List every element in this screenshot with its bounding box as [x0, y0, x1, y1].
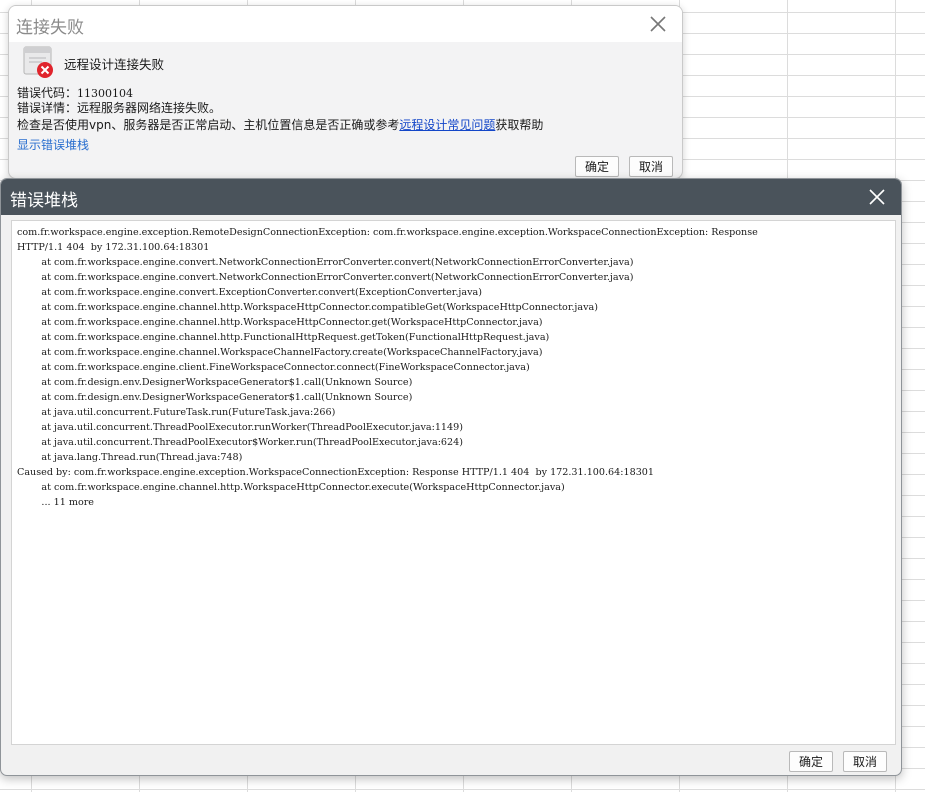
error-code-label: 错误代码： — [17, 86, 78, 100]
show-error-stack-link[interactable]: 显示错误堆栈 — [17, 136, 89, 153]
stack-trace-line: at java.util.concurrent.ThreadPoolExecut… — [17, 422, 463, 433]
dialog-title: 错误堆栈 — [10, 191, 78, 211]
error-detail-label: 错误详情： — [17, 101, 78, 115]
stack-trace-line: ... 11 more — [17, 497, 94, 508]
dialog-title-bar: 连接失败 — [9, 6, 682, 42]
close-button[interactable] — [646, 12, 670, 36]
close-icon — [869, 189, 885, 205]
stack-trace-line: at com.fr.design.env.DesignerWorkspaceGe… — [17, 377, 413, 388]
stack-trace-line: at com.fr.workspace.engine.channel.http.… — [17, 302, 598, 313]
stack-trace-line: at com.fr.workspace.engine.channel.Works… — [17, 347, 543, 358]
error-stack-dialog: 错误堆栈 com.fr.workspace.engine.exception.R… — [0, 178, 902, 776]
connection-error-icon — [22, 46, 56, 80]
check-hint-suffix: 获取帮助 — [495, 118, 544, 132]
check-hint-text: 检查是否使用vpn、服务器是否正常启动、主机位置信息是否正确或参考 — [17, 118, 400, 132]
stack-trace-line: at java.lang.Thread.run(Thread.java:748) — [17, 452, 243, 463]
stack-trace-line: at com.fr.workspace.engine.channel.http.… — [17, 332, 550, 343]
stack-trace-line: at com.fr.workspace.engine.convert.Netwo… — [17, 257, 634, 268]
stack-trace-text-area[interactable]: com.fr.workspace.engine.exception.Remote… — [11, 220, 896, 745]
stack-trace-line: Caused by: com.fr.workspace.engine.excep… — [17, 467, 655, 478]
error-detail-line: 错误详情：远程服务器网络连接失败。 — [17, 99, 221, 116]
close-button[interactable] — [865, 185, 889, 209]
faq-link[interactable]: 远程设计常见问题 — [399, 118, 495, 132]
dialog-title: 连接失败 — [16, 18, 84, 38]
dialog-title-bar: 错误堆栈 — [1, 179, 901, 215]
stack-trace-line: at com.fr.workspace.engine.channel.http.… — [17, 482, 565, 493]
stack-trace-line: at java.util.concurrent.ThreadPoolExecut… — [17, 437, 463, 448]
connection-failed-dialog: 连接失败 远程设计连接失败 错误代码：11300104 错误详情：远程服务器网络… — [8, 5, 683, 179]
stack-trace-line: at com.fr.workspace.engine.client.FineWo… — [17, 362, 530, 373]
ok-button[interactable]: 确定 — [575, 156, 619, 177]
stack-trace-line: at com.fr.workspace.engine.convert.Netwo… — [17, 272, 634, 283]
error-detail-value: 远程服务器网络连接失败。 — [77, 101, 222, 115]
stack-trace-line: com.fr.workspace.engine.exception.Remote… — [17, 227, 758, 238]
check-hint-line: 检查是否使用vpn、服务器是否正常启动、主机位置信息是否正确或参考远程设计常见问… — [17, 116, 543, 133]
stack-trace-line: at com.fr.design.env.DesignerWorkspaceGe… — [17, 392, 413, 403]
close-icon — [650, 16, 666, 32]
failure-heading: 远程设计连接失败 — [64, 57, 165, 72]
ok-button[interactable]: 确定 — [789, 751, 833, 772]
stack-trace-line: at com.fr.workspace.engine.convert.Excep… — [17, 287, 482, 298]
stack-trace-line: at com.fr.workspace.engine.channel.http.… — [17, 317, 543, 328]
cancel-button[interactable]: 取消 — [629, 156, 673, 177]
stack-trace-line: HTTP/1.1 404 by 172.31.100.64:18301 — [17, 242, 210, 253]
cancel-button[interactable]: 取消 — [843, 751, 887, 772]
stack-trace-line: at java.util.concurrent.FutureTask.run(F… — [17, 407, 336, 418]
